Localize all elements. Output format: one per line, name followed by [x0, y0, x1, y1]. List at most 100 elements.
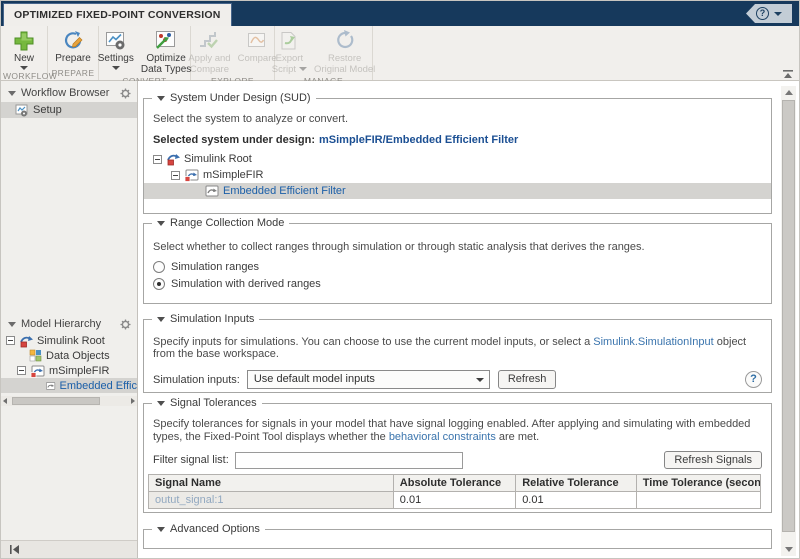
col-time-tolerance: Time Tolerance (seconds): [635, 474, 762, 492]
body-area: Workflow Browser Setup Model Hierarchy S…: [1, 81, 799, 558]
st-collapse-icon[interactable]: [157, 401, 165, 406]
expander-minus-icon[interactable]: [153, 154, 162, 164]
sud-selected-label: Selected system under design:: [153, 134, 315, 146]
section-range-collection-mode: Range Collection Mode Select whether to …: [143, 217, 772, 304]
prepare-button[interactable]: Prepare: [52, 28, 94, 65]
main-vertical-scrollbar[interactable]: [781, 86, 796, 556]
compare-icon: [248, 33, 266, 47]
main-content: System Under Design (SUD) Select the sys…: [138, 81, 777, 558]
refresh-button[interactable]: Refresh: [497, 370, 557, 389]
scroll-left-icon[interactable]: [3, 398, 7, 404]
expander-minus-icon[interactable]: [6, 336, 15, 345]
behavioral-constraints-link[interactable]: behavioral constraints: [389, 431, 496, 443]
relative-tolerance-cell[interactable]: 0.01: [515, 491, 637, 509]
radio-simulation-with-derived-ranges[interactable]: Simulation with derived ranges: [153, 278, 771, 290]
section-signal-tolerances: Signal Tolerances Specify tolerances for…: [143, 397, 772, 513]
hierarchy-node-data-objects[interactable]: Data Objects: [1, 348, 137, 363]
restore-original-model-icon: [336, 30, 353, 49]
tab-optimized-fixed-point-conversion[interactable]: OPTIMIZED FIXED-POINT CONVERSION: [3, 3, 232, 26]
col-absolute-tolerance: Absolute Tolerance: [392, 474, 517, 492]
rcm-description: Select whether to collect ranges through…: [153, 241, 645, 253]
workflow-browser-gear-icon[interactable]: [120, 87, 131, 99]
export-script-icon: [281, 32, 296, 50]
si-description: Specify inputs for simulations. You can …: [153, 336, 747, 360]
subsystem-icon: [205, 185, 219, 197]
optimize-data-types-icon: [156, 31, 176, 49]
hierarchy-node-embedded-efficient-filter[interactable]: Embedded Effic: [1, 378, 137, 393]
sud-collapse-icon[interactable]: [157, 96, 165, 101]
model-hierarchy-gear-icon[interactable]: [120, 318, 131, 330]
section-system-under-design: System Under Design (SUD) Select the sys…: [143, 92, 772, 214]
si-title: Simulation Inputs: [170, 313, 255, 325]
expander-minus-icon[interactable]: [171, 170, 180, 180]
scroll-up-icon[interactable]: [781, 86, 796, 99]
restore-original-model-button[interactable]: Restore Original Model: [311, 28, 378, 76]
sidebar-item-setup[interactable]: Setup: [1, 102, 137, 118]
ao-collapse-icon[interactable]: [157, 527, 165, 532]
sud-node-simulink-root[interactable]: Simulink Root: [144, 151, 771, 167]
simulink-root-icon: [167, 154, 180, 166]
rcm-collapse-icon[interactable]: [157, 221, 165, 226]
radio-checked-icon[interactable]: [153, 278, 165, 290]
export-dropdown-caret-icon: [299, 67, 308, 71]
sud-node-msimplefir[interactable]: mSimpleFIR: [144, 167, 771, 183]
hscroll-thumb[interactable]: [12, 397, 100, 405]
hierarchy-horizontal-scrollbar[interactable]: [1, 396, 137, 406]
help-button[interactable]: ?: [746, 4, 792, 23]
apply-and-compare-icon: [200, 32, 219, 49]
ribbon-toolbar: New WORKFLOW Prepare PREPARE Settings Op…: [1, 26, 799, 86]
data-objects-icon: [29, 349, 42, 362]
scroll-down-icon[interactable]: [781, 543, 796, 556]
col-signal-name: Signal Name: [148, 474, 394, 492]
workflow-browser-collapse-icon[interactable]: [8, 90, 16, 96]
simulation-inputs-label: Simulation inputs:: [153, 373, 240, 386]
model-hierarchy-panel: Model Hierarchy Simulink Root Data Objec…: [1, 312, 137, 406]
rcm-title: Range Collection Mode: [170, 217, 285, 229]
expander-minus-icon[interactable]: [17, 366, 26, 375]
refresh-signals-button[interactable]: Refresh Signals: [664, 451, 762, 469]
settings-dropdown-caret-icon: [111, 66, 120, 70]
si-collapse-icon[interactable]: [157, 317, 165, 322]
sud-selected-line: Selected system under design: mSimpleFIR/…: [153, 134, 771, 146]
fixed-point-tool-window: OPTIMIZED FIXED-POINT CONVERSION ? New W…: [0, 0, 800, 559]
hierarchy-node-simulink-root[interactable]: Simulink Root: [1, 333, 137, 348]
setup-icon: [15, 104, 28, 116]
st-description: Specify tolerances for signals in your m…: [153, 418, 751, 443]
ribbon-group-explore: Apply and Compare Compare EXPLORE: [188, 26, 277, 86]
left-sidebar: Workflow Browser Setup Model Hierarchy S…: [1, 81, 138, 558]
model-hierarchy-collapse-icon[interactable]: [8, 321, 16, 327]
new-dropdown-caret-icon: [20, 66, 28, 70]
new-button[interactable]: New: [9, 28, 39, 71]
collapse-ribbon-icon[interactable]: [782, 69, 794, 79]
vscroll-thumb[interactable]: [782, 100, 795, 532]
time-tolerance-cell[interactable]: [635, 491, 762, 509]
ribbon-group-prepare: Prepare PREPARE: [48, 26, 99, 80]
absolute-tolerance-cell[interactable]: 0.01: [392, 491, 517, 509]
new-plus-icon: [14, 31, 34, 51]
sud-node-embedded-efficient-filter[interactable]: Embedded Efficient Filter: [144, 183, 771, 199]
table-header-row: Signal Name Absolute Tolerance Relative …: [148, 474, 762, 492]
radio-simulation-ranges[interactable]: Simulation ranges: [153, 261, 771, 273]
scroll-right-icon[interactable]: [131, 398, 135, 404]
sud-selected-value: mSimpleFIR/Embedded Efficient Filter: [319, 134, 519, 146]
signal-name-link[interactable]: outut_signal:1: [148, 491, 394, 509]
subsystem-icon: [30, 365, 45, 378]
sidebar-bottom-bar: [1, 540, 137, 558]
collapse-sidebar-icon[interactable]: [9, 545, 21, 554]
simulation-inputs-dropdown[interactable]: Use default model inputs: [246, 370, 490, 389]
hierarchy-node-msimplefir[interactable]: mSimpleFIR: [1, 363, 137, 378]
st-title: Signal Tolerances: [170, 397, 257, 409]
simulation-inputs-help-icon[interactable]: ?: [745, 371, 762, 388]
sud-title: System Under Design (SUD): [170, 92, 311, 104]
radio-unchecked-icon[interactable]: [153, 261, 165, 273]
simulationinput-link[interactable]: Simulink.SimulationInput: [593, 336, 713, 348]
subsystem-icon: [184, 169, 199, 182]
ribbon-group-convert: Settings Optimize Data Types: [98, 26, 191, 86]
ribbon-group-workflow: New WORKFLOW: [1, 26, 57, 81]
export-script-button[interactable]: Export Script: [269, 28, 310, 76]
apply-and-compare-button[interactable]: Apply and Compare: [185, 28, 233, 76]
settings-button[interactable]: Settings: [95, 28, 137, 71]
prepare-icon: [64, 31, 83, 49]
group-label-prepare: PREPARE: [51, 68, 95, 78]
filter-signal-list-input[interactable]: [234, 451, 463, 469]
